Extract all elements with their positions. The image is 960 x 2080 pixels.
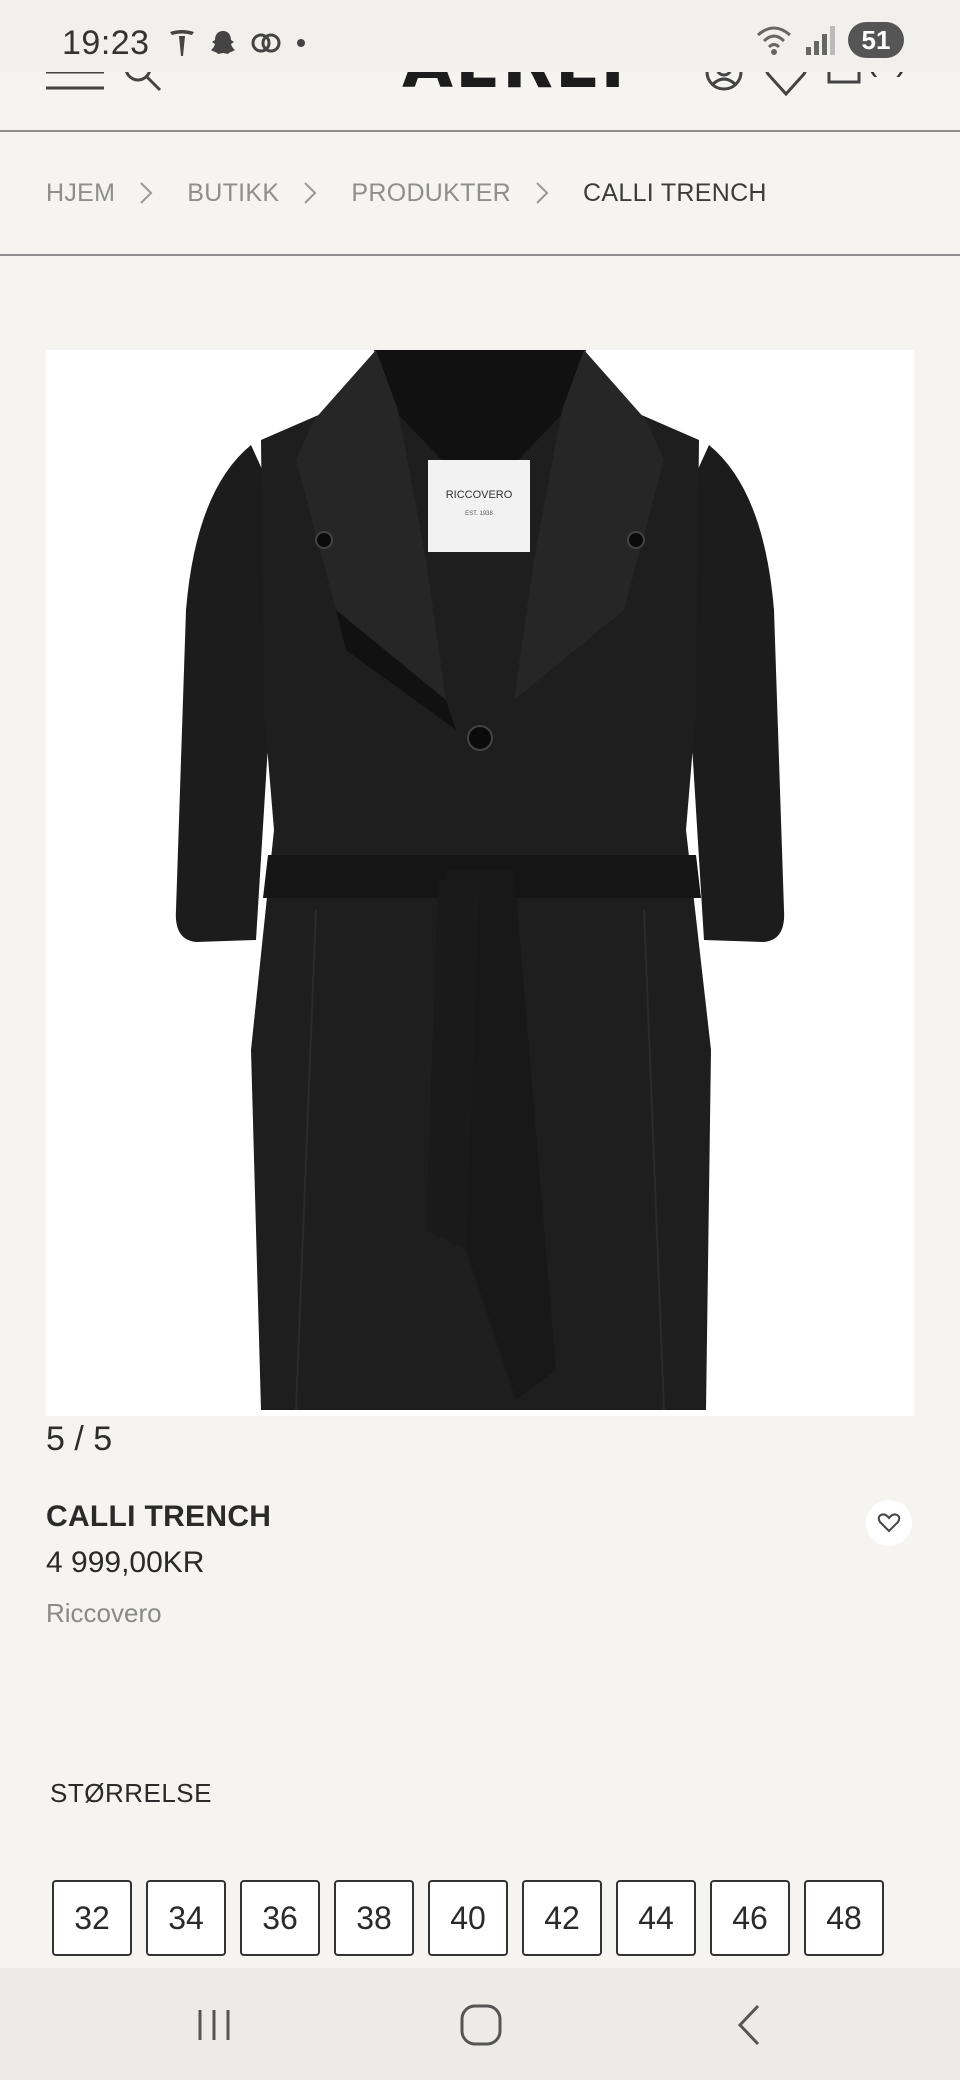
status-icons-left — [168, 28, 308, 58]
breadcrumb-item-current: CALLI TRENCH — [583, 179, 767, 208]
signal-icon — [806, 26, 835, 55]
size-option[interactable]: 44 — [616, 1880, 696, 1956]
status-time: 19:23 — [62, 24, 150, 62]
coat-illustration: RICCOVERO EST. 1938 — [175, 350, 785, 1411]
battery-icon: 51 — [848, 22, 904, 58]
add-to-wishlist-button[interactable] — [866, 1500, 912, 1546]
status-bar: 19:23 51 — [0, 0, 960, 72]
notification-icon — [251, 33, 281, 53]
breadcrumb-item-produkter[interactable]: PRODUKTER — [351, 179, 583, 208]
size-selector: 32 34 36 38 40 42 44 46 48 — [52, 1880, 884, 1956]
chevron-right-icon — [536, 182, 549, 204]
tesla-icon — [170, 30, 194, 56]
home-icon[interactable] — [458, 2002, 504, 2048]
chevron-right-icon — [140, 182, 153, 204]
size-option[interactable]: 34 — [146, 1880, 226, 1956]
back-icon[interactable] — [734, 2002, 764, 2048]
heart-icon — [877, 1513, 901, 1533]
breadcrumb: HJEM BUTIKK PRODUKTER CALLI TRENCH — [0, 132, 960, 256]
product-price: 4 999,00KR — [46, 1546, 205, 1579]
breadcrumb-label[interactable]: PRODUKTER — [351, 179, 511, 208]
size-option[interactable]: 38 — [334, 1880, 414, 1956]
size-option[interactable]: 46 — [710, 1880, 790, 1956]
dot-icon — [297, 39, 305, 47]
size-option[interactable]: 36 — [240, 1880, 320, 1956]
size-option[interactable]: 40 — [428, 1880, 508, 1956]
snapchat-icon — [211, 31, 235, 54]
size-label: STØRRELSE — [50, 1778, 212, 1808]
breadcrumb-label: CALLI TRENCH — [583, 178, 767, 207]
size-option[interactable]: 32 — [52, 1880, 132, 1956]
brand-label-sub: EST. 1938 — [465, 511, 493, 517]
gallery-counter: 5 / 5 — [46, 1420, 113, 1458]
product-image[interactable]: RICCOVERO EST. 1938 — [46, 350, 914, 1416]
size-option[interactable]: 48 — [804, 1880, 884, 1956]
size-option[interactable]: 42 — [522, 1880, 602, 1956]
breadcrumb-item-butikk[interactable]: BUTIKK — [187, 179, 351, 208]
breadcrumb-item-hjem[interactable]: HJEM — [46, 179, 187, 208]
brand-label-text: RICCOVERO — [446, 489, 513, 501]
product-name: CALLI TRENCH — [46, 1500, 272, 1533]
breadcrumb-label[interactable]: BUTIKK — [187, 179, 279, 208]
status-icons-right: 51 — [754, 22, 904, 58]
system-nav-bar — [0, 1968, 960, 2080]
breadcrumb-label[interactable]: HJEM — [46, 179, 115, 208]
product-brand[interactable]: Riccovero — [46, 1598, 162, 1629]
recents-icon[interactable] — [194, 2006, 234, 2044]
wifi-icon — [757, 26, 791, 55]
chevron-right-icon — [304, 182, 317, 204]
